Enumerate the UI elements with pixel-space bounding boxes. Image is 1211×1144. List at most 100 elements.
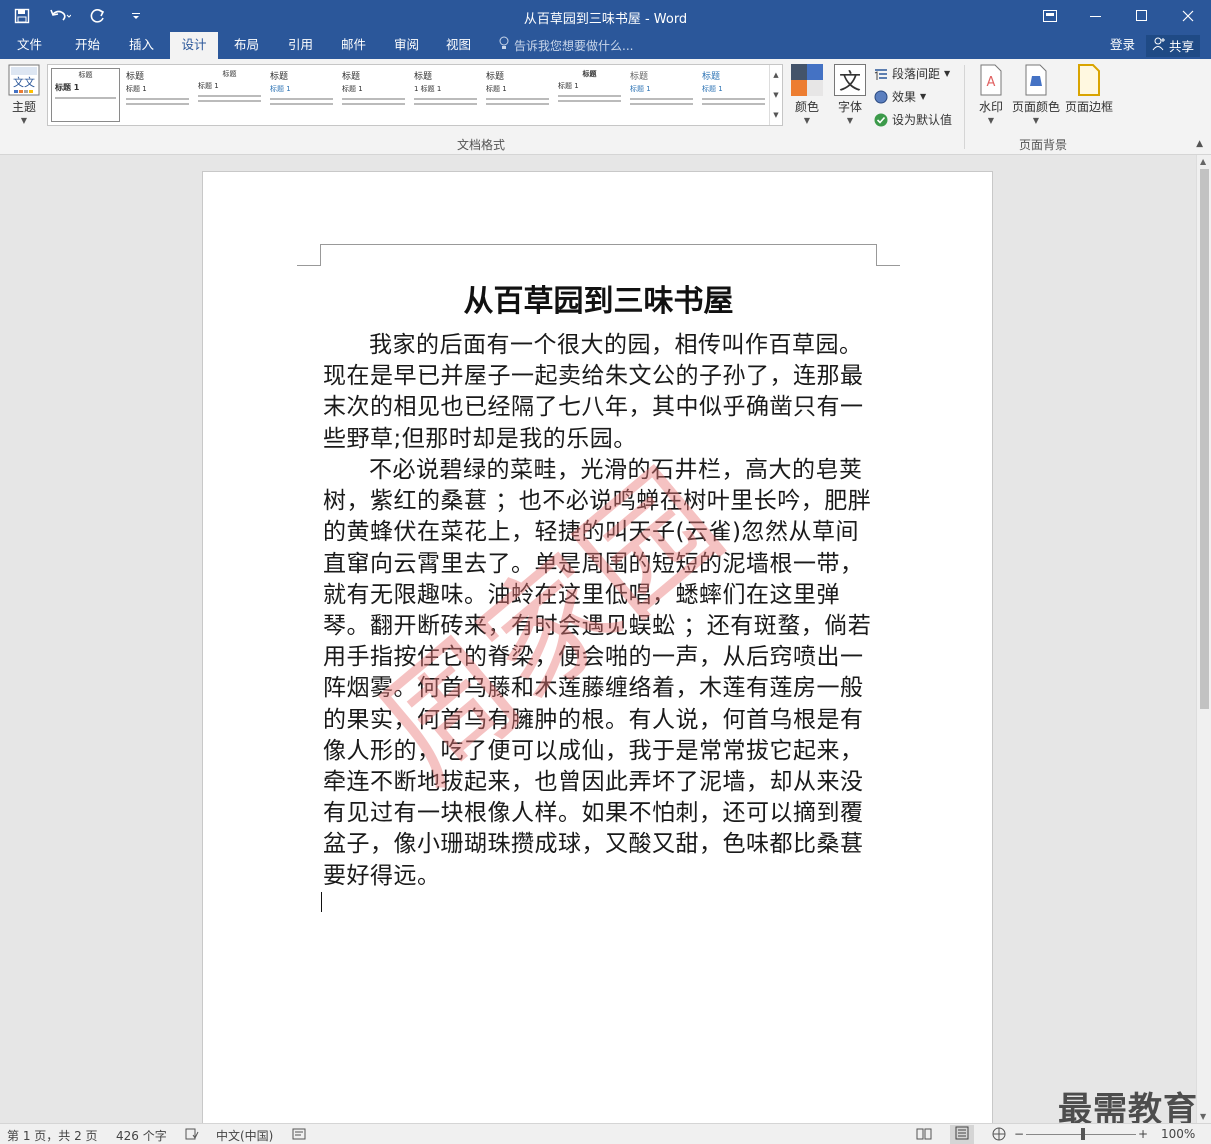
set-as-default-button[interactable]: 设为默认值 — [874, 111, 952, 128]
style-set-item[interactable]: 标题 标题 1 — [627, 68, 696, 122]
page-borders-button[interactable]: 页面边框 — [1065, 64, 1113, 115]
watermark-button[interactable]: A 水印 ▼ — [975, 64, 1007, 125]
proofing-icon[interactable] — [185, 1127, 199, 1144]
chevron-down-icon: ▼ — [803, 116, 811, 125]
ribbon-display-options-icon[interactable] — [1027, 0, 1073, 32]
chevron-up-icon[interactable]: ▲ — [773, 71, 778, 79]
page-color-button[interactable]: 页面颜色 ▼ — [1012, 64, 1060, 125]
zoom-slider-handle[interactable] — [1081, 1128, 1085, 1140]
colors-label: 颜色 — [794, 100, 819, 114]
paragraph-spacing-button[interactable]: 段落间距 ▼ — [874, 65, 950, 82]
read-mode-icon[interactable] — [916, 1127, 932, 1144]
style-set-heading: 标题 1 — [630, 85, 651, 93]
effects-label: 效果 — [892, 90, 917, 104]
page-borders-icon — [1073, 64, 1105, 96]
tab-references[interactable]: 引用 — [278, 32, 323, 59]
scroll-down-icon[interactable]: ▼ — [1200, 1112, 1206, 1121]
style-set-title: 标题 — [582, 70, 597, 78]
sign-in-link[interactable]: 登录 — [1110, 32, 1135, 58]
page-count[interactable]: 第 1 页，共 2 页 — [7, 1127, 98, 1144]
style-set-line — [702, 98, 765, 100]
style-set-line — [702, 103, 765, 105]
close-icon[interactable] — [1165, 0, 1211, 32]
style-set-item[interactable]: 标题 标题 1 — [483, 68, 552, 122]
undo-icon[interactable] — [48, 4, 72, 28]
style-set-line — [270, 98, 333, 100]
zoom-level[interactable]: 100% — [1161, 1127, 1195, 1141]
colors-button[interactable]: 颜色 ▼ — [791, 64, 823, 125]
document-area: 从百草园到三味书屋 我家的后面有一个很大的园，相传叫作百草园。现在是早已并屋子一… — [0, 155, 1196, 1123]
tab-home[interactable]: 开始 — [65, 32, 110, 59]
style-set-line — [270, 103, 333, 105]
print-layout-icon[interactable] — [950, 1125, 974, 1144]
share-button[interactable]: 共享 — [1146, 35, 1201, 57]
style-set-item[interactable]: 标题 标题 1 — [195, 68, 264, 122]
style-set-line — [558, 95, 621, 97]
lightbulb-icon — [498, 33, 510, 59]
style-set-item[interactable]: 标题 标题 1 — [51, 68, 120, 122]
fonts-label: 字体 — [837, 100, 862, 114]
title-bar: 从百草园到三味书屋 - Word — [0, 0, 1211, 32]
tab-file[interactable]: 文件 — [7, 32, 52, 59]
document-page[interactable]: 从百草园到三味书屋 我家的后面有一个很大的园，相传叫作百草园。现在是早已并屋子一… — [202, 171, 993, 1123]
ribbon-design: 文文 主题 ▼ 标题 标题 1 标题 标题 1 标题 标题 1 标题 标题 1 … — [0, 59, 1211, 155]
style-set-line — [55, 97, 116, 99]
vertical-scrollbar[interactable]: ▲ ▼ — [1196, 155, 1211, 1123]
paragraph-spacing-label: 段落间距 — [892, 67, 941, 81]
tell-me-box[interactable]: 告诉我您想要做什么... — [498, 32, 633, 59]
style-set-item[interactable]: 标题 标题 1 — [699, 68, 768, 122]
chevron-down-icon: ▼ — [987, 116, 995, 125]
fonts-button[interactable]: 文 字体 ▼ — [834, 64, 866, 125]
tab-view[interactable]: 视图 — [436, 32, 481, 59]
style-set-line — [486, 98, 549, 100]
web-layout-icon[interactable] — [991, 1127, 1007, 1144]
chevron-down-icon: ▼ — [1032, 116, 1040, 125]
watermark-icon: A — [975, 64, 1007, 96]
style-set-heading: 1 标题 1 — [414, 85, 442, 93]
page-borders-label: 页面边框 — [1065, 100, 1114, 114]
group-label-page-background: 页面背景 — [1019, 138, 1068, 152]
effects-button[interactable]: 效果 ▼ — [874, 88, 926, 105]
style-set-item[interactable]: 标题 标题 1 — [267, 68, 336, 122]
themes-button[interactable]: 文文 主题 ▼ — [8, 64, 40, 125]
tab-layout[interactable]: 布局 — [224, 32, 269, 59]
scroll-thumb[interactable] — [1200, 169, 1209, 709]
maximize-icon[interactable] — [1119, 0, 1165, 32]
scroll-up-icon[interactable]: ▲ — [1200, 157, 1206, 166]
style-set-title: 标题 — [222, 70, 237, 78]
style-set-line — [342, 98, 405, 100]
zoom-in-icon[interactable]: + — [1138, 1127, 1148, 1141]
gallery-scroll[interactable]: ▲ ▼ ▼ — [769, 65, 782, 125]
style-set-title: 标题 — [126, 72, 145, 82]
style-set-item[interactable]: 标题 标题 1 — [555, 68, 624, 122]
minimize-icon[interactable] — [1073, 0, 1119, 32]
tab-mailings[interactable]: 邮件 — [331, 32, 376, 59]
style-set-item[interactable]: 标题 标题 1 — [123, 68, 192, 122]
style-set-line — [414, 98, 477, 100]
chevron-down-icon: ▼ — [846, 116, 854, 125]
group-label-document-formatting: 文档格式 — [457, 138, 506, 152]
style-set-title: 标题 — [78, 71, 93, 79]
word-count[interactable]: 426 个字 — [116, 1127, 167, 1144]
share-label: 共享 — [1169, 38, 1195, 54]
tab-review[interactable]: 审阅 — [384, 32, 429, 59]
collapse-ribbon-icon[interactable]: ▲ — [1196, 139, 1203, 149]
customize-qat-icon[interactable] — [124, 4, 148, 28]
redo-icon[interactable] — [86, 4, 110, 28]
style-set-line — [558, 100, 621, 102]
style-set-item[interactable]: 标题 1 标题 1 — [411, 68, 480, 122]
save-icon[interactable] — [10, 4, 34, 28]
macro-icon[interactable] — [292, 1127, 306, 1144]
quick-access-toolbar — [10, 0, 148, 32]
tab-insert[interactable]: 插入 — [119, 32, 164, 59]
chevron-down-icon[interactable]: ▼ — [773, 91, 778, 99]
language-indicator[interactable]: 中文(中国) — [216, 1127, 273, 1144]
document-paragraph: 我家的后面有一个很大的园，相传叫作百草园。现在是早已并屋子一起卖给朱文公的子孙了… — [323, 332, 864, 452]
page-color-icon — [1020, 64, 1052, 96]
crop-mark — [297, 244, 321, 266]
tab-design[interactable]: 设计 — [170, 32, 218, 59]
gallery-more-icon[interactable]: ▼ — [773, 111, 778, 119]
style-set-item[interactable]: 标题 标题 1 — [339, 68, 408, 122]
zoom-out-icon[interactable]: − — [1014, 1127, 1024, 1141]
style-set-line — [630, 103, 693, 105]
